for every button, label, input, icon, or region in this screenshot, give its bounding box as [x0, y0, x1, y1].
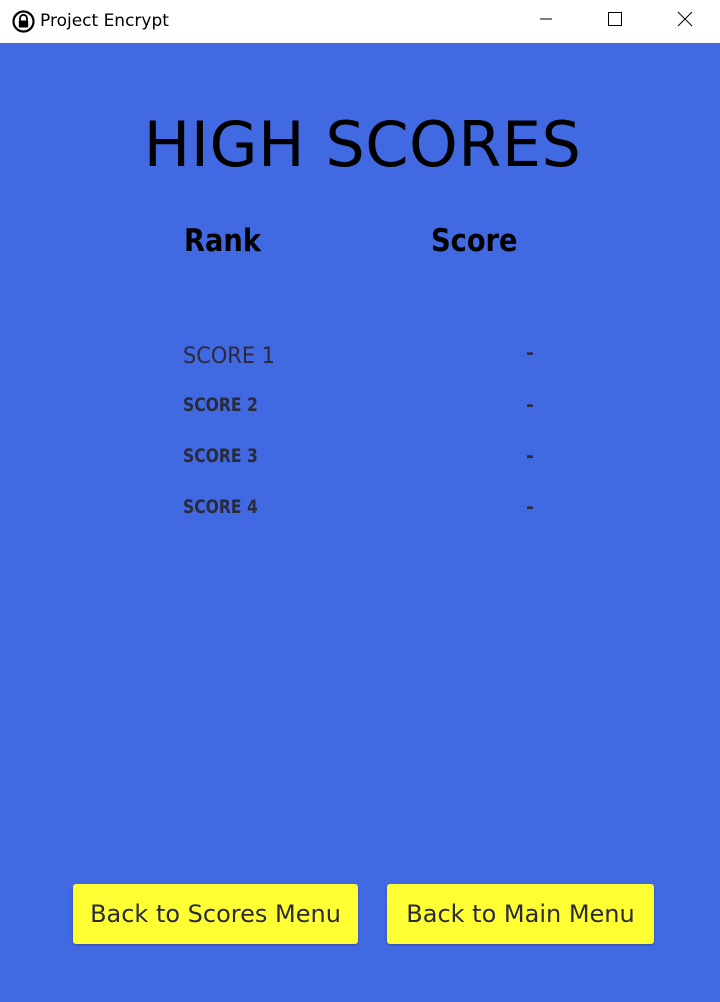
high-scores-screen: HIGH SCORES Rank Score SCORE 1 - SCORE 2…: [0, 43, 720, 1002]
rank-column-header: Rank: [184, 223, 261, 259]
score-row-label: SCORE 4: [183, 496, 258, 518]
score-row-label: SCORE 2: [183, 394, 258, 416]
maximize-icon: [607, 11, 623, 32]
minimize-button[interactable]: [511, 0, 581, 43]
close-button[interactable]: [650, 0, 720, 43]
lock-icon: [12, 10, 35, 33]
back-to-scores-menu-button[interactable]: Back to Scores Menu: [73, 884, 358, 944]
score-row-label: SCORE 1: [183, 344, 275, 369]
score-row-label: SCORE 3: [183, 445, 258, 467]
title-bar: Project Encrypt: [0, 0, 720, 43]
window-title: Project Encrypt: [40, 11, 169, 31]
score-row-value: -: [526, 342, 534, 364]
minimize-icon: [538, 11, 554, 32]
close-icon: [677, 11, 693, 32]
score-row-value: -: [526, 445, 534, 467]
maximize-button[interactable]: [580, 0, 650, 43]
score-column-header: Score: [431, 223, 518, 259]
page-title: HIGH SCORES: [143, 108, 582, 181]
back-to-main-menu-button[interactable]: Back to Main Menu: [387, 884, 654, 944]
score-row-value: -: [526, 394, 534, 416]
score-row-value: -: [526, 496, 534, 518]
